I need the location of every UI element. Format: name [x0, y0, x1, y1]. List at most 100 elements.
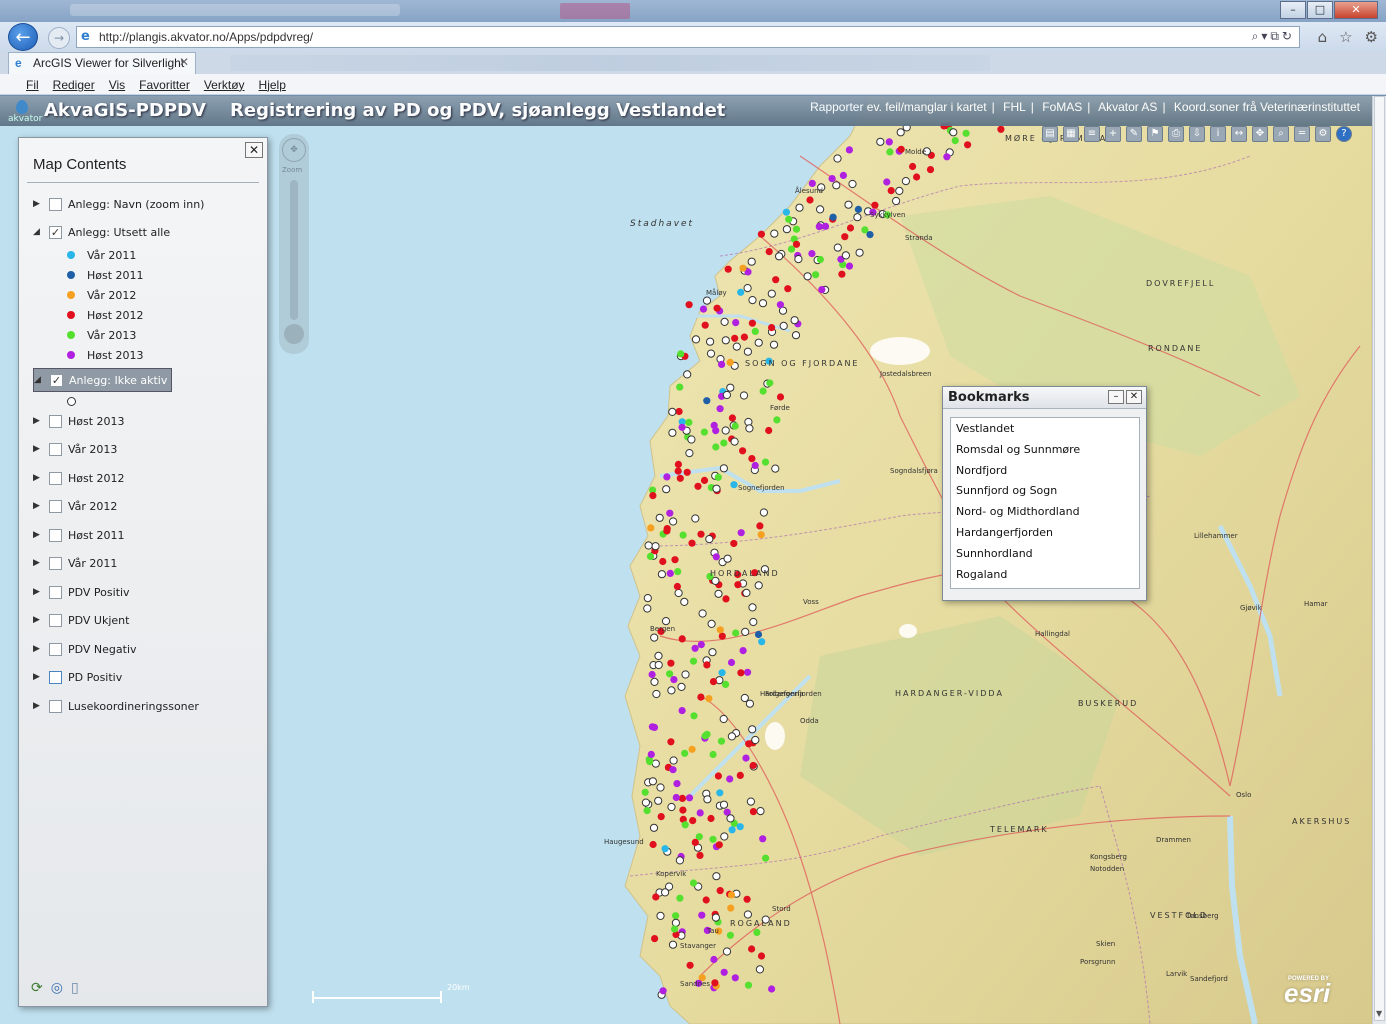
zoom-slider[interactable]: [290, 180, 298, 320]
layer-var-2012[interactable]: ▶ Vår 2012: [33, 496, 117, 516]
fish-farm-point[interactable]: [818, 286, 826, 294]
fish-farm-point[interactable]: [675, 856, 685, 865]
fish-farm-point[interactable]: [716, 789, 724, 797]
minimize-button[interactable]: –: [1280, 1, 1306, 19]
fish-farm-point[interactable]: [690, 712, 698, 720]
fish-farm-point[interactable]: [673, 582, 682, 591]
fish-farm-point[interactable]: [897, 145, 905, 153]
fish-farm-point[interactable]: [657, 570, 667, 579]
fish-farm-point[interactable]: [707, 814, 715, 823]
fish-farm-point[interactable]: [743, 895, 751, 903]
layer-pdv-negativ[interactable]: ▶ PDV Negativ: [33, 639, 137, 659]
fish-farm-point[interactable]: [808, 250, 816, 258]
fish-farm-point[interactable]: [795, 203, 804, 212]
fish-farm-point[interactable]: [712, 427, 720, 435]
fish-farm-point[interactable]: [726, 931, 735, 939]
fish-farm-point[interactable]: [742, 588, 751, 597]
fish-farm-point[interactable]: [871, 201, 879, 209]
fish-farm-point[interactable]: [650, 633, 659, 642]
fish-farm-point[interactable]: [720, 439, 728, 447]
fish-farm-point[interactable]: [743, 347, 753, 356]
fish-farm-point[interactable]: [754, 338, 763, 347]
fish-farm-point[interactable]: [792, 225, 801, 233]
fish-farm-point[interactable]: [741, 627, 750, 637]
fish-farm-point[interactable]: [736, 771, 744, 780]
fish-farm-point[interactable]: [844, 200, 853, 209]
fish-farm-point[interactable]: [762, 854, 770, 862]
fish-farm-point[interactable]: [854, 205, 863, 213]
fish-farm-point[interactable]: [706, 337, 715, 346]
fish-farm-point[interactable]: [697, 530, 705, 538]
fish-farm-point[interactable]: [845, 262, 854, 270]
collapse-icon[interactable]: ◢: [33, 227, 45, 237]
layer-checkbox[interactable]: [49, 585, 62, 599]
fish-farm-point[interactable]: [758, 638, 766, 646]
fish-farm-point[interactable]: [767, 289, 776, 298]
fish-farm-point[interactable]: [696, 851, 704, 860]
fish-farm-point[interactable]: [646, 552, 655, 560]
fish-farm-point[interactable]: [731, 422, 739, 430]
fish-farm-point[interactable]: [691, 335, 701, 344]
fish-farm-point[interactable]: [758, 299, 768, 308]
fish-farm-point[interactable]: [883, 178, 891, 186]
fish-farm-point[interactable]: [676, 383, 684, 391]
fish-farm-point[interactable]: [683, 370, 692, 379]
fish-farm-point[interactable]: [697, 693, 705, 701]
fish-farm-point[interactable]: [885, 138, 893, 146]
fish-farm-point[interactable]: [839, 171, 848, 179]
fish-farm-point[interactable]: [951, 137, 959, 145]
fish-farm-point[interactable]: [667, 738, 675, 746]
fish-farm-point[interactable]: [726, 775, 734, 783]
fish-farm-point[interactable]: [643, 604, 652, 613]
close-window-button[interactable]: ✕: [1334, 1, 1378, 19]
bookmark-item[interactable]: Nord- og Midthordland: [951, 501, 1139, 522]
fish-farm-point[interactable]: [841, 233, 849, 241]
fish-farm-point[interactable]: [719, 464, 729, 473]
fish-farm-point[interactable]: [676, 474, 684, 482]
fish-farm-point[interactable]: [649, 823, 659, 832]
fish-farm-point[interactable]: [727, 904, 735, 912]
fish-farm-point[interactable]: [740, 333, 749, 341]
fish-farm-point[interactable]: [685, 794, 694, 802]
fish-farm-point[interactable]: [722, 595, 730, 603]
fish-farm-point[interactable]: [700, 476, 709, 484]
fish-farm-point[interactable]: [749, 761, 757, 770]
fish-farm-point[interactable]: [717, 737, 726, 745]
expand-icon[interactable]: ▶: [33, 199, 45, 209]
fish-farm-point[interactable]: [775, 252, 784, 261]
fish-farm-point[interactable]: [753, 928, 761, 937]
fish-farm-point[interactable]: [691, 838, 699, 847]
fish-farm-point[interactable]: [740, 693, 749, 703]
fish-farm-point[interactable]: [913, 173, 921, 181]
fish-farm-point[interactable]: [712, 553, 720, 561]
fish-farm-point[interactable]: [666, 670, 674, 678]
fish-farm-point[interactable]: [887, 187, 895, 195]
fish-farm-point[interactable]: [709, 678, 718, 686]
fish-farm-point[interactable]: [726, 814, 735, 823]
fish-farm-point[interactable]: [643, 594, 652, 603]
fish-farm-point[interactable]: [680, 597, 689, 606]
fish-farm-point[interactable]: [647, 524, 655, 532]
fish-farm-point[interactable]: [654, 796, 663, 805]
globe-icon[interactable]: ◎: [51, 980, 63, 996]
fish-farm-point[interactable]: [641, 788, 649, 796]
fish-farm-point[interactable]: [790, 316, 799, 325]
fish-farm-point[interactable]: [662, 485, 671, 494]
fish-farm-point[interactable]: [721, 336, 730, 345]
fish-farm-point[interactable]: [674, 568, 682, 576]
scroll-down-icon[interactable]: ▼: [1376, 1009, 1382, 1018]
bookmark-item[interactable]: Rogaland: [951, 564, 1139, 585]
fish-farm-point[interactable]: [757, 952, 766, 960]
fish-farm-point[interactable]: [719, 714, 728, 724]
fish-farm-point[interactable]: [720, 968, 728, 976]
fish-farm-point[interactable]: [726, 383, 735, 392]
fish-farm-point[interactable]: [716, 887, 724, 895]
fish-farm-point[interactable]: [728, 414, 737, 422]
fish-farm-point[interactable]: [672, 912, 680, 920]
fish-farm-point[interactable]: [755, 965, 765, 974]
fish-farm-point[interactable]: [681, 821, 689, 829]
fish-farm-point[interactable]: [677, 682, 686, 692]
fish-farm-point[interactable]: [668, 940, 678, 949]
minimize-icon[interactable]: –: [1108, 390, 1124, 404]
fish-farm-point[interactable]: [745, 740, 753, 748]
